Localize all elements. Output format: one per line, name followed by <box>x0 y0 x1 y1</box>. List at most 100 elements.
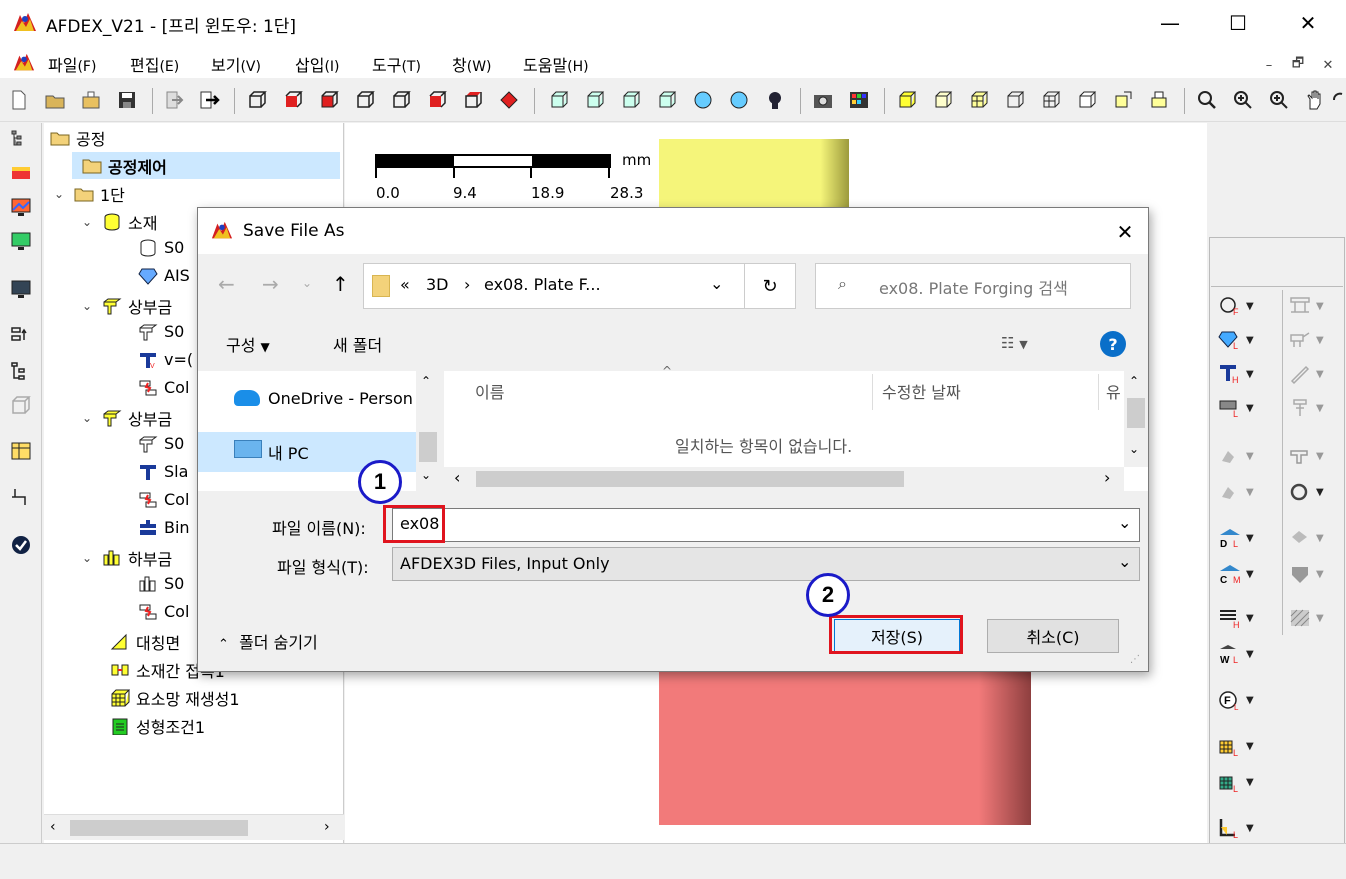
tree-node-lower-die-collision[interactable]: Col <box>138 602 189 621</box>
cancel-button[interactable]: 취소(C) <box>987 619 1119 653</box>
rt-ring-button[interactable]: ▼ <box>1288 480 1328 504</box>
organize-button[interactable]: 구성 ▼ <box>226 332 270 356</box>
chevron-down-icon[interactable]: ⌄ <box>82 411 96 425</box>
rt-gray-4-button[interactable]: ▼ <box>1288 396 1328 420</box>
material-icon[interactable] <box>9 162 33 184</box>
rt-gray-3-button[interactable]: ▼ <box>1288 362 1328 386</box>
hide-folders-button[interactable]: ⌃ 폴더 숨기기 <box>218 629 318 653</box>
resize-grip-icon[interactable]: ⋰ <box>1130 654 1140 665</box>
rotate-y-icon[interactable] <box>584 89 606 111</box>
filename-dropdown-icon[interactable]: ⌄ <box>1118 513 1131 532</box>
rt-cm-button[interactable]: C M ▼ <box>1218 562 1258 586</box>
zoom-window-icon[interactable] <box>1196 89 1218 111</box>
rt-gray-2-button[interactable]: ▼ <box>1288 328 1328 352</box>
mesh-view-icon[interactable] <box>968 89 990 111</box>
maximize-button[interactable]: ☐ <box>1204 0 1272 46</box>
column-name[interactable]: 이름 <box>475 379 504 403</box>
tree-node-upper-die-2[interactable]: ⌄ 상부금 <box>82 406 172 430</box>
chevron-down-icon[interactable]: ⌄ <box>54 187 68 201</box>
mdi-close-button[interactable]: ✕ <box>1317 54 1339 76</box>
cube-gray-icon[interactable] <box>9 394 33 416</box>
list-up-icon[interactable] <box>9 324 33 346</box>
path-segment-3d[interactable]: 3D <box>426 275 449 294</box>
rt-gray-5-button[interactable]: ▼ <box>1218 444 1258 468</box>
head-view-icon[interactable] <box>764 89 786 111</box>
filetype-value[interactable]: AFDEX3D Files, Input Only <box>400 554 610 573</box>
file-hscroll-thumb[interactable] <box>476 471 904 487</box>
tree-node-lower-die[interactable]: ⌄ 하부금 <box>82 546 172 570</box>
open-folder-icon[interactable] <box>44 89 66 111</box>
outline-view-icon[interactable] <box>1004 89 1026 111</box>
nav-scroll-thumb[interactable] <box>419 432 437 462</box>
swap-view-icon[interactable] <box>1112 89 1134 111</box>
back-button[interactable]: ← <box>218 272 235 296</box>
print-view-icon[interactable] <box>1148 89 1170 111</box>
rt-hammer-h-button[interactable]: H ▼ <box>1218 362 1258 386</box>
menu-tools[interactable]: 도구(T) <box>372 52 421 76</box>
rotate-down-icon[interactable] <box>656 89 678 111</box>
tree-node-material-ais[interactable]: AIS <box>138 266 190 285</box>
chevron-down-icon[interactable]: ⌄ <box>82 215 96 229</box>
up-button[interactable]: ↑ <box>332 272 349 296</box>
path-segment-folder[interactable]: ex08. Plate F... <box>484 275 601 294</box>
view-front-icon[interactable] <box>282 89 304 111</box>
monitor-graph-icon[interactable] <box>9 230 33 252</box>
lower-die-model[interactable] <box>659 672 1031 825</box>
scroll-left-icon[interactable]: ‹ <box>454 468 460 487</box>
view-bottom-icon[interactable] <box>462 89 484 111</box>
mdi-restore-button[interactable]: 🗗 <box>1287 54 1309 76</box>
new-file-icon[interactable] <box>8 89 30 111</box>
forward-button[interactable]: → <box>262 272 279 296</box>
open-icon[interactable] <box>80 89 102 111</box>
pan-hand-icon[interactable] <box>1304 89 1326 111</box>
view-options-icon[interactable]: ☷ ▼ <box>1001 334 1028 352</box>
export-icon[interactable] <box>198 89 220 111</box>
spin-reverse-icon[interactable] <box>728 89 750 111</box>
rt-material-l-button[interactable]: L ▼ <box>1218 328 1258 352</box>
tree-node-upper-die-2-binder[interactable]: Bin <box>138 518 190 537</box>
path-prefix[interactable]: « <box>400 275 410 294</box>
view-iso-icon[interactable] <box>246 89 268 111</box>
menu-file[interactable]: 파일(F) <box>48 52 96 76</box>
menu-view[interactable]: 보기(V) <box>211 52 261 76</box>
view-right-icon[interactable] <box>390 89 412 111</box>
table-icon[interactable] <box>9 440 33 462</box>
import-icon[interactable] <box>162 89 184 111</box>
rt-gray-1-button[interactable]: ▼ <box>1288 294 1328 318</box>
rt-gray-10-button[interactable]: ▼ <box>1288 606 1328 630</box>
scroll-up-icon[interactable]: ⌃ <box>421 374 431 388</box>
rt-mesh-l-button[interactable]: L ▼ <box>1218 734 1258 758</box>
help-button[interactable]: ? <box>1100 331 1126 357</box>
rotate-arrow-icon[interactable] <box>1332 89 1344 111</box>
view-back-icon[interactable] <box>318 89 340 111</box>
rotate-z-icon[interactable] <box>620 89 642 111</box>
search-placeholder[interactable]: ex08. Plate Forging 검색 <box>879 275 1068 299</box>
tree-node-upper-die-1[interactable]: ⌄ 상부금 <box>82 294 172 318</box>
menu-help[interactable]: 도움말(H) <box>523 52 589 76</box>
tree-node-lower-die-s0[interactable]: S0 <box>138 574 184 593</box>
rt-dl-button[interactable]: D L ▼ <box>1218 526 1258 550</box>
rt-friction-button[interactable]: F ▼ <box>1218 294 1258 318</box>
chevron-down-icon[interactable]: ⌄ <box>82 299 96 313</box>
nav-onedrive[interactable]: OneDrive - Person <box>268 389 413 408</box>
wire-yellow-icon[interactable] <box>932 89 954 111</box>
zoom-in-icon[interactable] <box>1232 89 1254 111</box>
monitor-color-icon[interactable] <box>9 196 33 218</box>
tree-node-symmetry-plane[interactable]: 대칭면 <box>110 630 180 654</box>
tree-node-stage-1[interactable]: ⌄ 1단 <box>54 182 125 206</box>
tree-node-upper-die-2-slave[interactable]: Sla <box>138 462 188 481</box>
grid-view-icon[interactable] <box>1040 89 1062 111</box>
box-view-icon[interactable] <box>1076 89 1098 111</box>
tree-node-upper-die-1-s0[interactable]: S0 <box>138 322 184 341</box>
tree-node-upper-die-2-collision[interactable]: Col <box>138 490 189 509</box>
tree-node-upper-die-2-s0[interactable]: S0 <box>138 434 184 453</box>
tree-node-remesh[interactable]: 요소망 재생성1 <box>110 686 240 710</box>
new-folder-button[interactable]: 새 폴더 <box>333 332 382 356</box>
filename-input[interactable] <box>392 508 1140 542</box>
tree-node-upper-die-1-collision[interactable]: Col <box>138 378 189 397</box>
camera-icon[interactable] <box>812 89 834 111</box>
rt-gray-6-button[interactable]: ▼ <box>1218 480 1258 504</box>
zoom-fit-icon[interactable] <box>1268 89 1290 111</box>
scroll-thumb[interactable] <box>70 820 248 836</box>
tree-node-upper-die-1-velocity[interactable]: Vv=( <box>138 350 193 369</box>
